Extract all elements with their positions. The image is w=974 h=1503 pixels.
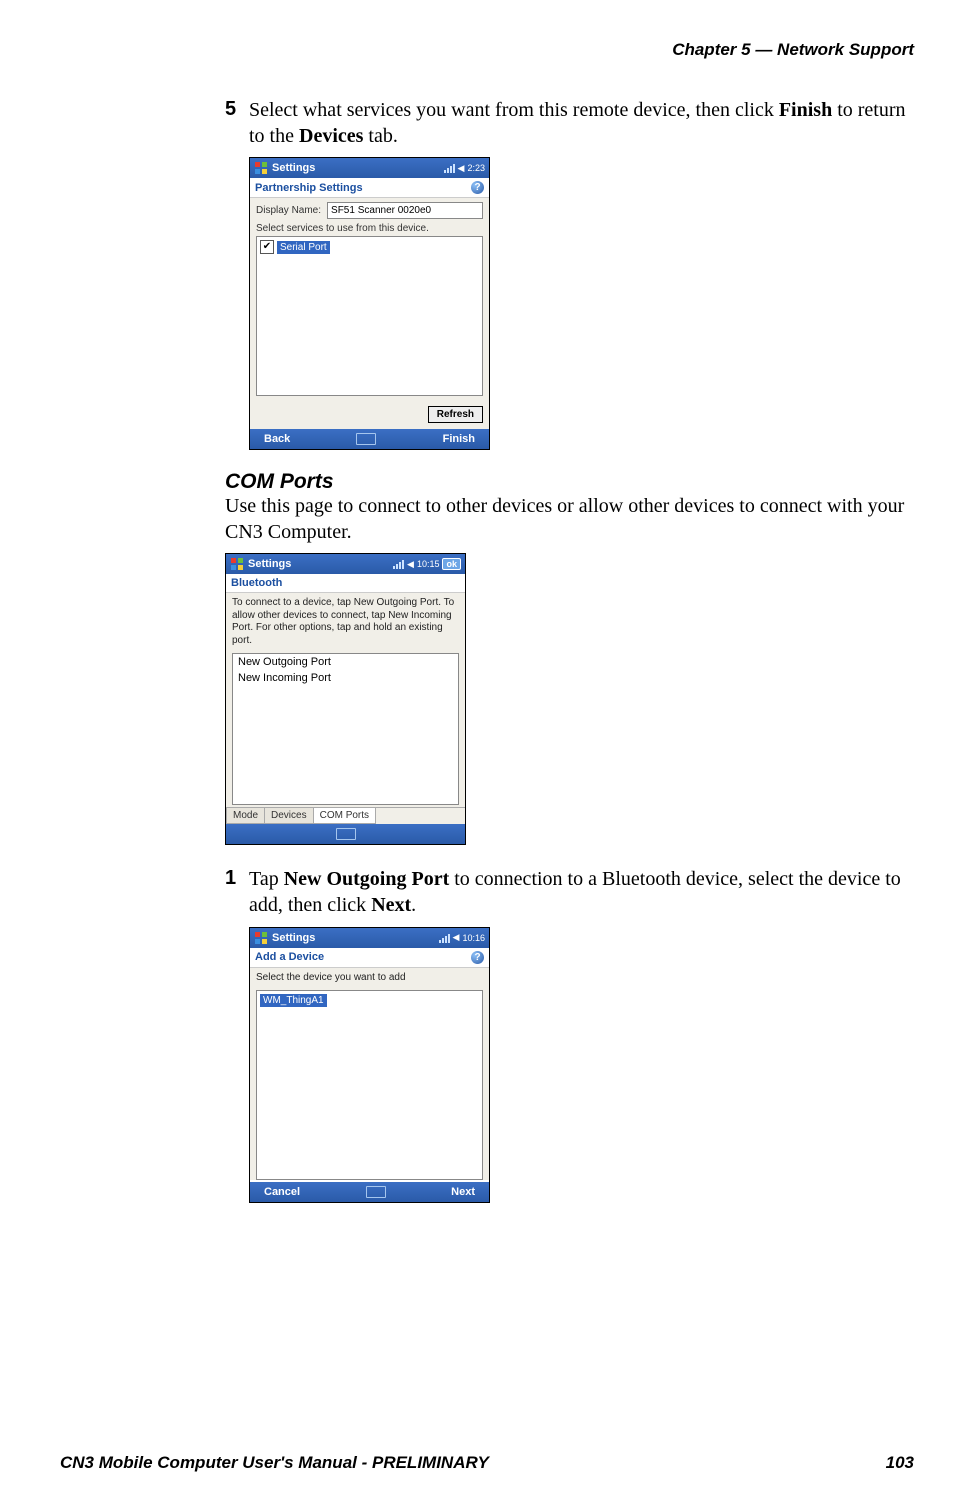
windows-flag-icon xyxy=(230,557,244,571)
cancel-button[interactable]: Cancel xyxy=(264,1186,300,1198)
keyboard-icon[interactable] xyxy=(356,433,376,445)
ok-button[interactable]: ok xyxy=(442,558,461,570)
step-5-text: Select what services you want from this … xyxy=(249,98,909,149)
signal-icon xyxy=(439,933,450,943)
clock: 2:23 xyxy=(467,163,485,173)
subheader: Add a Device ? xyxy=(250,948,489,968)
step-5-number: 5 xyxy=(225,98,249,149)
screenshot-add-device: Settings ◀ 10:16 Add a Device ? Select t… xyxy=(249,927,490,1204)
devices-list[interactable]: WM_ThingA1 xyxy=(256,990,483,1180)
titlebar-title: Settings xyxy=(248,558,393,570)
titlebar-status: ◀ 10:15 ok xyxy=(393,558,461,570)
windows-flag-icon xyxy=(254,931,268,945)
checkbox-checked-icon[interactable]: ✔ xyxy=(260,240,274,254)
titlebar: Settings ◀ 10:15 ok xyxy=(226,554,465,574)
add-device-instruction: Select the device you want to add xyxy=(250,968,489,989)
titlebar-title: Settings xyxy=(272,162,444,174)
titlebar: Settings ◀ 10:16 xyxy=(250,928,489,948)
help-icon[interactable]: ? xyxy=(471,951,484,964)
finish-button[interactable]: Finish xyxy=(443,433,475,445)
com-ports-heading: COM Ports xyxy=(225,470,909,494)
titlebar-title: Settings xyxy=(272,932,439,944)
com-ports-paragraph: Use this page to connect to other device… xyxy=(225,494,909,545)
com-ports-instruction: To connect to a device, tap New Outgoing… xyxy=(226,593,465,651)
clock: 10:16 xyxy=(462,933,485,943)
footer-manual-title: CN3 Mobile Computer User's Manual - PREL… xyxy=(60,1453,489,1473)
display-name-input[interactable]: SF51 Scanner 0020e0 xyxy=(327,202,483,219)
tab-mode[interactable]: Mode xyxy=(226,808,265,824)
tab-devices[interactable]: Devices xyxy=(264,808,314,824)
step-5: 5 Select what services you want from thi… xyxy=(225,98,909,149)
chapter-header: Chapter 5 — Network Support xyxy=(60,40,914,60)
services-instruction: Select services to use from this device. xyxy=(250,223,489,234)
ports-list[interactable]: New Outgoing Port New Incoming Port xyxy=(232,653,459,805)
titlebar-status: ◀ 2:23 xyxy=(444,163,485,174)
footer-page-number: 103 xyxy=(886,1453,914,1473)
step-1-text: Tap New Outgoing Port to connection to a… xyxy=(249,867,909,918)
step-1-number: 1 xyxy=(225,867,249,918)
service-serial-port[interactable]: ✔ Serial Port xyxy=(257,237,482,257)
tabs: Mode Devices COM Ports xyxy=(226,807,465,824)
bottom-bar xyxy=(226,824,465,844)
display-name-label: Display Name: xyxy=(256,205,321,216)
keyboard-icon[interactable] xyxy=(336,828,356,840)
next-button[interactable]: Next xyxy=(451,1186,475,1198)
titlebar: Settings ◀ 2:23 xyxy=(250,158,489,178)
clock: 10:15 xyxy=(417,559,440,569)
page-footer: CN3 Mobile Computer User's Manual - PREL… xyxy=(60,1453,914,1473)
subheader: Bluetooth xyxy=(226,574,465,593)
new-outgoing-port[interactable]: New Outgoing Port xyxy=(233,654,458,670)
new-incoming-port[interactable]: New Incoming Port xyxy=(233,670,458,686)
signal-icon xyxy=(444,163,455,173)
signal-icon xyxy=(393,559,404,569)
back-button[interactable]: Back xyxy=(264,433,290,445)
speaker-icon: ◀ xyxy=(453,932,460,943)
bottom-bar: Cancel Next xyxy=(250,1182,489,1202)
refresh-button[interactable]: Refresh xyxy=(428,406,483,423)
speaker-icon: ◀ xyxy=(407,559,414,570)
speaker-icon: ◀ xyxy=(458,163,465,174)
keyboard-icon[interactable] xyxy=(366,1186,386,1198)
screenshot-bluetooth-com-ports: Settings ◀ 10:15 ok Bluetooth To connect… xyxy=(225,553,466,845)
screenshot-partnership-settings: Settings ◀ 2:23 Partnership Settings ? D… xyxy=(249,157,490,450)
device-wm-thinga1[interactable]: WM_ThingA1 xyxy=(260,994,327,1007)
tab-com-ports[interactable]: COM Ports xyxy=(313,808,376,824)
step-1: 1 Tap New Outgoing Port to connection to… xyxy=(225,867,909,918)
services-list[interactable]: ✔ Serial Port xyxy=(256,236,483,396)
help-icon[interactable]: ? xyxy=(471,181,484,194)
bottom-bar: Back Finish xyxy=(250,429,489,449)
windows-flag-icon xyxy=(254,161,268,175)
titlebar-status: ◀ 10:16 xyxy=(439,932,485,943)
subheader: Partnership Settings ? xyxy=(250,178,489,198)
